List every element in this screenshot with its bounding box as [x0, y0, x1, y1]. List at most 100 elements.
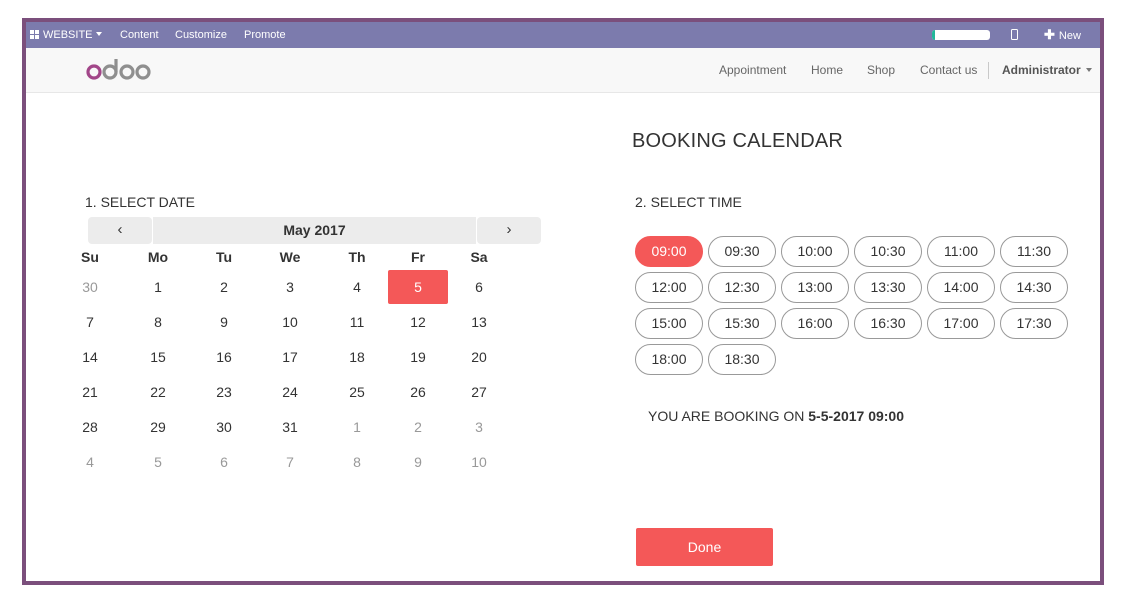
weekday-header: Th [348, 249, 366, 265]
nav-contact-us[interactable]: Contact us [920, 48, 977, 92]
calendar-day[interactable]: 4 [60, 445, 120, 479]
weekday-header: We [279, 249, 301, 265]
calendar-day[interactable]: 10 [260, 305, 320, 339]
done-button[interactable]: Done [636, 528, 773, 566]
calendar-day[interactable]: 23 [194, 375, 254, 409]
progress-fill [932, 30, 935, 40]
calendar-day[interactable]: 30 [60, 270, 120, 304]
calendar-day[interactable]: 10 [449, 445, 509, 479]
calendar-day[interactable]: 9 [388, 445, 448, 479]
weekday-header: Mo [147, 249, 169, 265]
calendar-day[interactable]: 6 [449, 270, 509, 304]
nav-home[interactable]: Home [811, 48, 843, 92]
weekday-header: Fr [411, 249, 425, 265]
calendar-day[interactable]: 2 [388, 410, 448, 444]
time-slot[interactable]: 12:00 [635, 272, 703, 303]
calendar-day[interactable]: 1 [128, 270, 188, 304]
new-button-label: New [1058, 30, 1081, 42]
calendar-day[interactable]: 20 [449, 340, 509, 374]
time-slot[interactable]: 13:00 [781, 272, 849, 303]
select-date-label: 1. SELECT DATE [85, 194, 195, 210]
calendar-day[interactable]: 16 [194, 340, 254, 374]
time-slot[interactable]: 15:00 [635, 308, 703, 339]
time-slot[interactable]: 12:30 [708, 272, 776, 303]
time-slot[interactable]: 16:30 [854, 308, 922, 339]
site-header: Appointment Home Shop Contact us Adminis… [26, 48, 1100, 93]
page-title: BOOKING CALENDAR [632, 130, 844, 152]
calendar-day[interactable]: 15 [128, 340, 188, 374]
progress-bar [932, 30, 990, 40]
calendar-day[interactable]: 26 [388, 375, 448, 409]
time-slot[interactable]: 11:30 [1000, 236, 1068, 267]
calendar-day[interactable]: 5 [128, 445, 188, 479]
weekday-header: Tu [215, 249, 233, 265]
time-slot[interactable]: 13:30 [854, 272, 922, 303]
booking-summary: YOU ARE BOOKING ON 5-5-2017 09:00 [648, 408, 904, 424]
calendar-day[interactable]: 9 [194, 305, 254, 339]
calendar-day-selected[interactable]: 5 [388, 270, 448, 304]
menu-promote[interactable]: Promote [244, 22, 286, 48]
mobile-preview-icon[interactable] [1011, 29, 1018, 40]
calendar-day[interactable]: 14 [60, 340, 120, 374]
calendar-day[interactable]: 11 [327, 305, 387, 339]
time-slot[interactable]: 16:00 [781, 308, 849, 339]
time-slot[interactable]: 18:30 [708, 344, 776, 375]
odoo-logo[interactable] [86, 57, 156, 83]
calendar-day[interactable]: 1 [327, 410, 387, 444]
user-menu[interactable]: Administrator [1002, 48, 1092, 92]
calendar-day[interactable]: 7 [60, 305, 120, 339]
calendar-day[interactable]: 17 [260, 340, 320, 374]
calendar-day[interactable]: 3 [260, 270, 320, 304]
admin-bar: WEBSITE Content Customize Promote ✚ New [26, 22, 1100, 48]
menu-customize[interactable]: Customize [175, 22, 227, 48]
calendar-day[interactable]: 19 [388, 340, 448, 374]
calendar-day[interactable]: 24 [260, 375, 320, 409]
time-slot[interactable]: 10:00 [781, 236, 849, 267]
nav-appointment[interactable]: Appointment [719, 48, 786, 92]
user-name: Administrator [1002, 63, 1081, 77]
calendar-day[interactable]: 6 [194, 445, 254, 479]
nav-shop[interactable]: Shop [867, 48, 895, 92]
time-slot[interactable]: 14:30 [1000, 272, 1068, 303]
plus-icon: ✚ [1044, 27, 1055, 42]
calendar-day[interactable]: 29 [128, 410, 188, 444]
calendar-day[interactable]: 22 [128, 375, 188, 409]
calendar-day[interactable]: 12 [388, 305, 448, 339]
time-slot[interactable]: 11:00 [927, 236, 995, 267]
calendar-day[interactable]: 30 [194, 410, 254, 444]
time-slot[interactable]: 18:00 [635, 344, 703, 375]
calendar-day[interactable]: 3 [449, 410, 509, 444]
calendar-day[interactable]: 8 [128, 305, 188, 339]
calendar-header: ‹ May 2017 › [88, 217, 541, 244]
time-slot[interactable]: 09:30 [708, 236, 776, 267]
calendar-day[interactable]: 28 [60, 410, 120, 444]
calendar-day[interactable]: 31 [260, 410, 320, 444]
browser-frame: WEBSITE Content Customize Promote ✚ New A… [22, 18, 1104, 585]
time-slot[interactable]: 17:30 [1000, 308, 1068, 339]
new-button[interactable]: ✚ New [1044, 22, 1081, 48]
calendar-month-title[interactable]: May 2017 [153, 217, 476, 244]
menu-content[interactable]: Content [120, 22, 159, 48]
chevron-left-icon: ‹ [117, 221, 123, 238]
time-slot-selected[interactable]: 09:00 [635, 236, 703, 267]
calendar-day[interactable]: 4 [327, 270, 387, 304]
calendar-day[interactable]: 27 [449, 375, 509, 409]
calendar-day[interactable]: 21 [60, 375, 120, 409]
time-slot[interactable]: 10:30 [854, 236, 922, 267]
website-menu[interactable]: WEBSITE [30, 22, 102, 48]
next-month-button[interactable]: › [477, 217, 541, 244]
apps-grid-icon [30, 30, 40, 39]
calendar-day[interactable]: 18 [327, 340, 387, 374]
time-slot[interactable]: 14:00 [927, 272, 995, 303]
calendar-day[interactable]: 25 [327, 375, 387, 409]
prev-month-button[interactable]: ‹ [88, 217, 152, 244]
nav-divider [988, 62, 989, 79]
calendar-day[interactable]: 2 [194, 270, 254, 304]
calendar-day[interactable]: 13 [449, 305, 509, 339]
time-slot[interactable]: 17:00 [927, 308, 995, 339]
calendar-day[interactable]: 8 [327, 445, 387, 479]
time-slot[interactable]: 15:30 [708, 308, 776, 339]
calendar-day[interactable]: 7 [260, 445, 320, 479]
weekday-header: Sa [470, 249, 488, 265]
booking-prefix: YOU ARE BOOKING ON [648, 408, 805, 424]
